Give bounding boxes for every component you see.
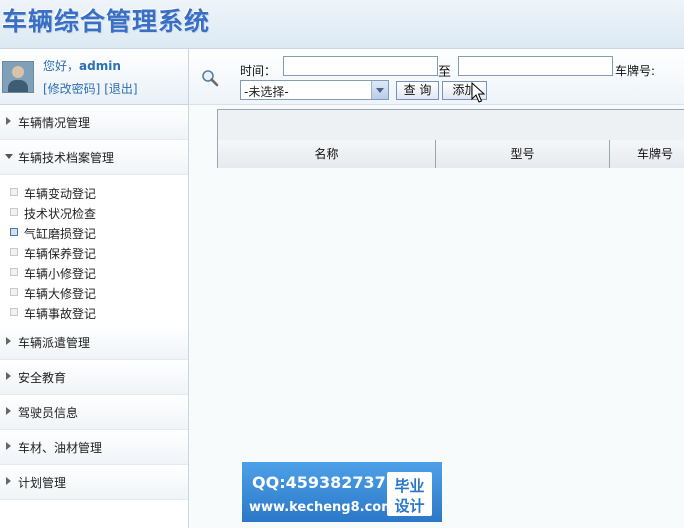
- plate-label: 车牌号:: [615, 64, 656, 78]
- submenu-item-label: 车辆保养登记: [24, 247, 97, 261]
- change-password-link[interactable]: [修改密码]: [43, 82, 100, 96]
- submenu-item-label: 气缸磨损登记: [24, 227, 97, 241]
- to-label: 至: [438, 65, 452, 80]
- submenu-item-major-repair[interactable]: 车辆大修登记: [0, 282, 188, 302]
- sidebar-item-vehicle-status[interactable]: 车辆情况管理: [0, 105, 188, 140]
- sidebar-item-label: 车材、油材管理: [18, 441, 103, 455]
- search-toolbar: 时间： 至 车牌号: -未选择- 查 询 添加: [189, 49, 684, 105]
- sidebar-item-driver-info[interactable]: 驾驶员信息: [0, 395, 188, 430]
- bullet-square-icon: [10, 208, 18, 216]
- watermark-banner: QQ:459382737 www.kecheng8.com 毕业 设计: [242, 462, 442, 522]
- time-start-input[interactable]: [283, 56, 438, 76]
- avatar: [2, 61, 34, 93]
- logout-link[interactable]: [退出]: [104, 82, 137, 96]
- caret-down-icon: [5, 154, 13, 159]
- main-content: 时间： 至 车牌号: -未选择- 查 询 添加 名称 型号 车牌号: [189, 49, 684, 528]
- watermark-url: www.kecheng8.com: [249, 500, 395, 515]
- watermark-qq: QQ:459382737: [252, 473, 386, 492]
- caret-right-icon: [6, 372, 11, 380]
- table-header: 名称 型号 车牌号: [218, 140, 684, 168]
- data-table: 名称 型号 车牌号: [217, 109, 684, 168]
- submenu-item-label: 车辆小修登记: [24, 267, 97, 281]
- column-header-model[interactable]: 型号: [436, 140, 610, 168]
- sidebar: 您好，admin [修改密码] [退出] 车辆情况管理 车辆技术档案管理 车辆变…: [0, 49, 189, 528]
- bullet-square-icon: [10, 288, 18, 296]
- user-links: [修改密码] [退出]: [43, 80, 138, 97]
- chevron-down-icon[interactable]: [371, 81, 388, 99]
- caret-right-icon: [6, 337, 11, 345]
- submenu-item-accident[interactable]: 车辆事故登记: [0, 302, 188, 322]
- app-title: 车辆综合管理系统: [2, 7, 211, 36]
- submenu-item-label: 车辆事故登记: [24, 307, 97, 321]
- caret-right-icon: [6, 407, 11, 415]
- submenu-item-label: 车辆变动登记: [24, 187, 97, 201]
- greeting: 您好，admin: [43, 57, 121, 74]
- sidebar-item-tech-archive[interactable]: 车辆技术档案管理: [0, 140, 188, 175]
- bullet-square-icon: [10, 268, 18, 276]
- submenu-item-label: 技术状况检查: [24, 207, 97, 221]
- table-caption-row: [218, 110, 684, 141]
- username: admin: [79, 59, 121, 73]
- mouse-pointer-icon: [471, 82, 485, 103]
- greeting-prefix: 您好，: [43, 59, 80, 73]
- watermark-badge-line2: 设计: [394, 497, 425, 515]
- bullet-square-icon: [10, 248, 18, 256]
- submenu-item-label: 车辆大修登记: [24, 287, 97, 301]
- sidebar-item-label: 计划管理: [18, 476, 67, 490]
- caret-right-icon: [6, 117, 11, 125]
- submenu-item-tech-inspection[interactable]: 技术状况检查: [0, 202, 188, 222]
- user-panel: 您好，admin [修改密码] [退出]: [0, 49, 188, 105]
- sidebar-item-planning[interactable]: 计划管理: [0, 465, 188, 500]
- sidebar-item-materials-fuel[interactable]: 车材、油材管理: [0, 430, 188, 465]
- time-end-input[interactable]: [458, 56, 613, 76]
- sidebar-item-label: 车辆情况管理: [18, 116, 91, 130]
- query-button[interactable]: 查 询: [396, 81, 439, 100]
- watermark-badge: 毕业 设计: [387, 472, 432, 516]
- sidebar-item-safety-education[interactable]: 安全教育: [0, 360, 188, 395]
- submenu-item-cylinder-wear[interactable]: 气缸磨损登记: [0, 222, 188, 242]
- select-value: -未选择-: [244, 85, 289, 99]
- submenu-item-minor-repair[interactable]: 车辆小修登记: [0, 262, 188, 282]
- watermark-badge-line1: 毕业: [394, 477, 425, 495]
- sidebar-item-label: 车辆技术档案管理: [18, 151, 115, 165]
- sidebar-item-label: 车辆派遣管理: [18, 336, 91, 350]
- column-header-plate[interactable]: 车牌号: [610, 140, 684, 168]
- bullet-square-active-icon: [10, 228, 18, 236]
- search-icon: [202, 70, 219, 87]
- sidebar-item-label: 安全教育: [18, 371, 67, 385]
- caret-right-icon: [6, 477, 11, 485]
- bullet-square-icon: [10, 188, 18, 196]
- column-header-name[interactable]: 名称: [218, 140, 436, 168]
- app-header: 车辆综合管理系统: [0, 0, 684, 49]
- bullet-square-icon: [10, 308, 18, 316]
- time-label: 时间：: [240, 64, 277, 78]
- sidebar-item-dispatch[interactable]: 车辆派遣管理: [0, 325, 188, 360]
- submenu-item-maintenance[interactable]: 车辆保养登记: [0, 242, 188, 262]
- sidebar-item-label: 驾驶员信息: [18, 406, 79, 420]
- caret-right-icon: [6, 442, 11, 450]
- submenu-item-vehicle-change[interactable]: 车辆变动登记: [0, 182, 188, 202]
- plate-select[interactable]: -未选择-: [240, 80, 389, 100]
